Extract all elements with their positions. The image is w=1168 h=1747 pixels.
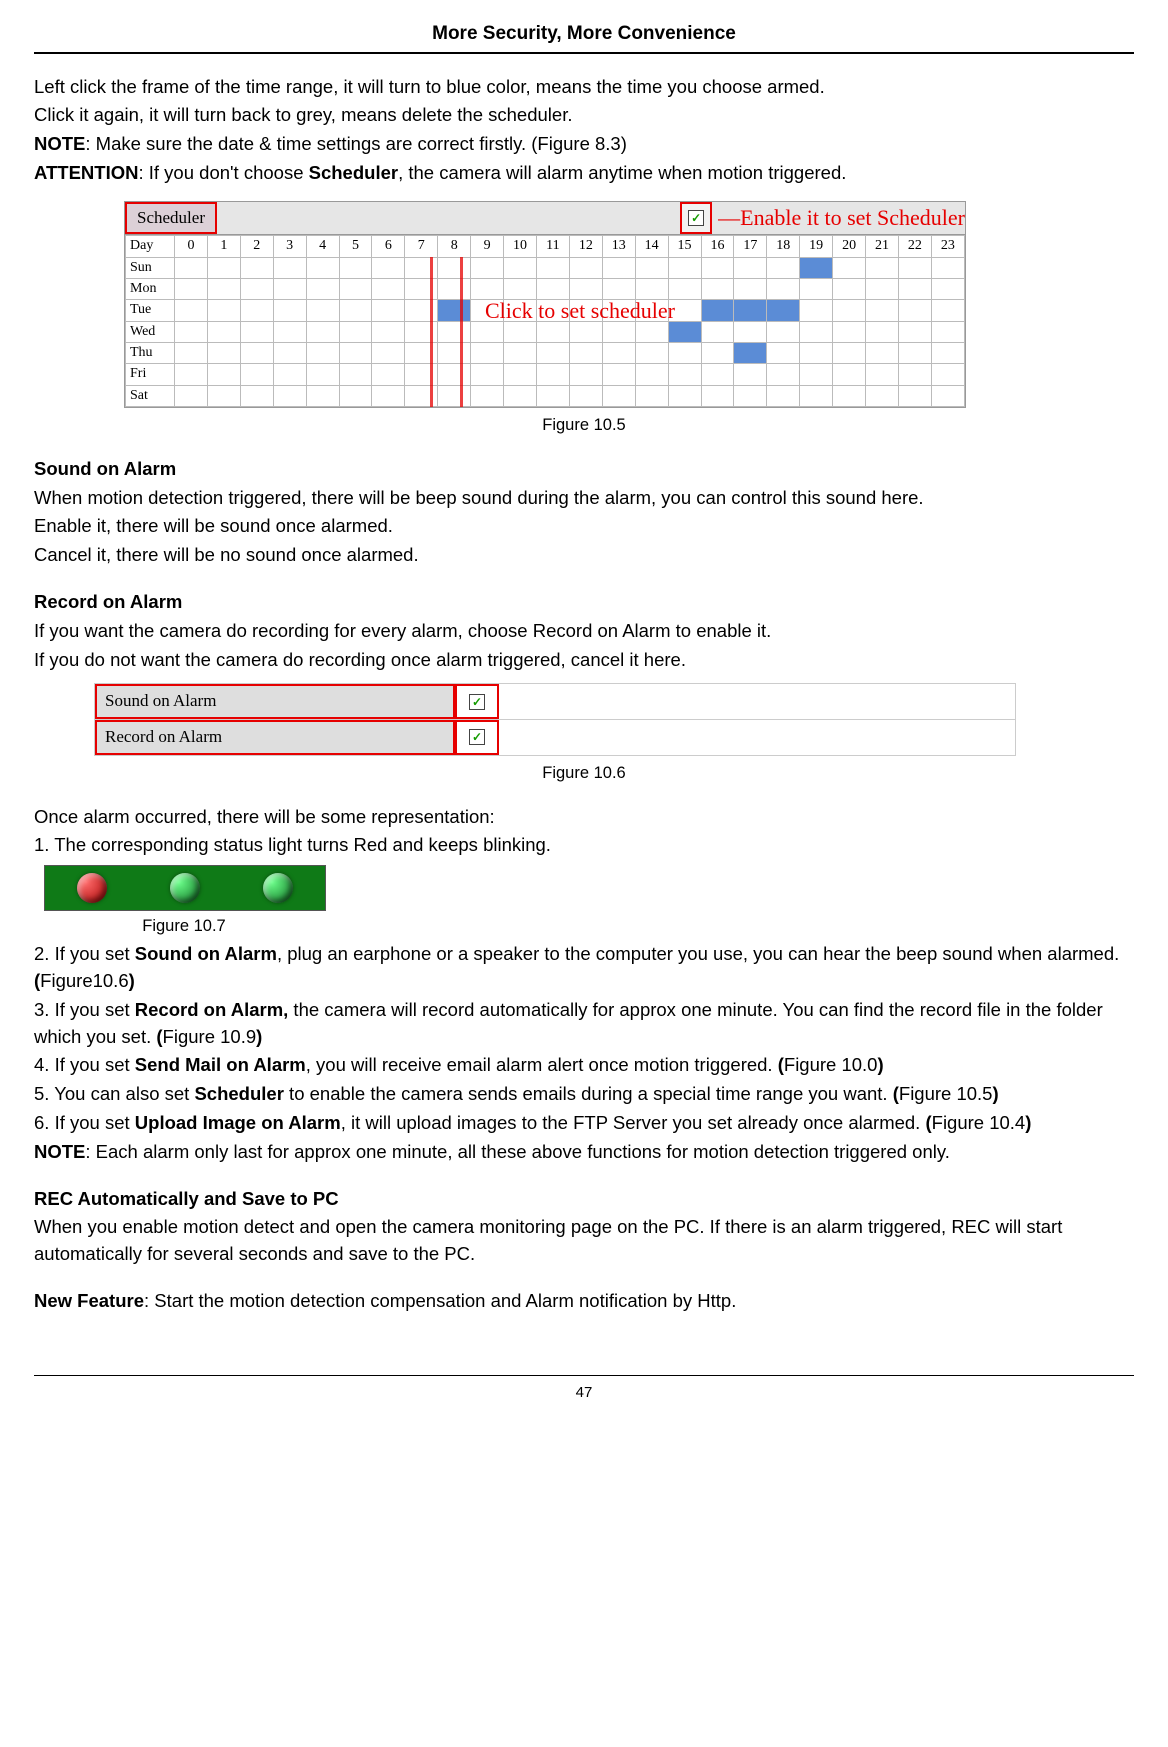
representation-item-4: 4. If you set Send Mail on Alarm, you wi…	[34, 1052, 1134, 1079]
sound-on-alarm-row: Sound on Alarm	[95, 684, 1015, 720]
scheduler-enable-checkbox-wrap	[680, 202, 712, 235]
sound-on-alarm-checkbox[interactable]	[469, 694, 485, 710]
figure-10-6-alarm-settings: Sound on Alarm Record on Alarm	[94, 683, 1016, 755]
note-label: NOTE	[34, 133, 85, 154]
record-line-1: If you want the camera do recording for …	[34, 618, 1134, 645]
attention-label: ATTENTION	[34, 162, 138, 183]
representation-item-6: 6. If you set Upload Image on Alarm, it …	[34, 1110, 1134, 1137]
intro-attention: ATTENTION: If you don't choose Scheduler…	[34, 160, 1134, 187]
sound-on-alarm-label: Sound on Alarm	[95, 684, 455, 719]
record-on-alarm-label: Record on Alarm	[95, 720, 455, 755]
figure-10-6-caption: Figure 10.6	[34, 762, 1134, 786]
new-feature-line: New Feature: Start the motion detection …	[34, 1288, 1134, 1315]
record-on-alarm-row: Record on Alarm	[95, 720, 1015, 755]
record-line-2: If you do not want the camera do recordi…	[34, 647, 1134, 674]
scheduler-top-bar: Scheduler —Enable it to set Scheduler	[125, 202, 965, 236]
note-text: : Make sure the date & time settings are…	[85, 133, 627, 154]
new-feature-label: New Feature	[34, 1290, 144, 1311]
status-light-red	[77, 873, 107, 903]
representation-intro: Once alarm occurred, there will be some …	[34, 804, 1134, 831]
attention-bold: Scheduler	[309, 162, 398, 183]
representation-item-2: 2. If you set Sound on Alarm, plug an ea…	[34, 941, 1134, 995]
rec-auto-title: REC Automatically and Save to PC	[34, 1186, 1134, 1213]
figure-10-5-caption: Figure 10.5	[34, 414, 1134, 438]
new-feature-text: : Start the motion detection compensatio…	[144, 1290, 736, 1311]
status-light-green-1	[170, 873, 200, 903]
sound-line-1: When motion detection triggered, there w…	[34, 485, 1134, 512]
status-light-green-2	[263, 873, 293, 903]
page-header: More Security, More Convenience	[34, 20, 1134, 54]
scheduler-grid-wrap: Day 012345678910111213141516171819202122…	[125, 235, 965, 406]
sound-line-2: Enable it, there will be sound once alar…	[34, 513, 1134, 540]
representation-note: NOTE: Each alarm only last for approx on…	[34, 1139, 1134, 1166]
representation-item-5: 5. You can also set Scheduler to enable …	[34, 1081, 1134, 1108]
sound-line-3: Cancel it, there will be no sound once a…	[34, 542, 1134, 569]
rec-auto-body: When you enable motion detect and open t…	[34, 1214, 1134, 1268]
record-on-alarm-title: Record on Alarm	[34, 589, 1134, 616]
scheduler-label[interactable]: Scheduler	[125, 202, 217, 235]
figure-10-7-caption: Figure 10.7	[34, 915, 334, 939]
figure-10-5-scheduler: Scheduler —Enable it to set Scheduler Da…	[124, 201, 966, 408]
representation-item-1: 1. The corresponding status light turns …	[34, 832, 1134, 859]
record-on-alarm-checkbox[interactable]	[469, 729, 485, 745]
scheduler-click-annotation: Click to set scheduler	[485, 295, 675, 327]
scheduler-enable-annotation: —Enable it to set Scheduler	[712, 202, 965, 235]
page-number: 47	[34, 1375, 1134, 1404]
attention-text-1: : If you don't choose	[138, 162, 308, 183]
attention-text-2: , the camera will alarm anytime when mot…	[398, 162, 846, 183]
intro-line-1: Left click the frame of the time range, …	[34, 74, 1134, 101]
representation-item-3: 3. If you set Record on Alarm, the camer…	[34, 997, 1134, 1051]
scheduler-highlight-line-2	[460, 257, 463, 406]
figure-10-7-status-lights	[44, 865, 326, 911]
record-on-alarm-checkbox-wrap	[455, 720, 499, 755]
sound-on-alarm-title: Sound on Alarm	[34, 456, 1134, 483]
intro-line-2: Click it again, it will turn back to gre…	[34, 102, 1134, 129]
sound-on-alarm-checkbox-wrap	[455, 684, 499, 719]
scheduler-enable-checkbox[interactable]	[688, 210, 704, 226]
intro-note: NOTE: Make sure the date & time settings…	[34, 131, 1134, 158]
scheduler-highlight-line-1	[430, 257, 433, 406]
